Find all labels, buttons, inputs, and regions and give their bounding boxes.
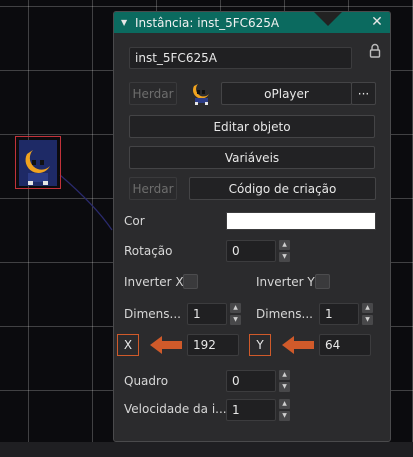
inherit-code-label: Herdar	[132, 181, 174, 196]
increment-icon[interactable]: ▲	[362, 303, 373, 313]
flip-y-label: Inverter Y	[256, 275, 315, 289]
decrement-icon[interactable]: ▼	[230, 315, 241, 325]
scale-y-field[interactable]: 1	[319, 303, 359, 325]
scale-y-stepper[interactable]: ▲ ▼	[362, 303, 373, 325]
increment-icon[interactable]: ▲	[230, 303, 241, 313]
object-more-button[interactable]: ···	[351, 82, 376, 105]
edit-object-label: Editar objeto	[213, 119, 291, 134]
y-position-value: 64	[325, 338, 341, 352]
inherit-object-label: Herdar	[132, 86, 174, 101]
instance-inspector: ▼ Instância: inst_5FC625A ✕ inst_5FC625A…	[113, 11, 391, 442]
flip-y-checkbox[interactable]	[315, 274, 330, 289]
inspector-titlebar[interactable]: ▼ Instância: inst_5FC625A ✕	[114, 12, 390, 33]
speed-label: Velocidade da i...	[124, 402, 227, 416]
rotation-label: Rotação	[124, 244, 173, 258]
inherit-code-button[interactable]: Herdar	[129, 177, 177, 200]
scale-x-stepper[interactable]: ▲ ▼	[230, 303, 241, 325]
y-axis-label: Y	[256, 338, 264, 352]
player-instance[interactable]	[15, 136, 61, 189]
decrement-icon[interactable]: ▼	[279, 382, 290, 392]
y-axis-button[interactable]: Y	[249, 334, 271, 356]
inspector-title: Instância: inst_5FC625A	[135, 15, 280, 30]
scale-x-field[interactable]: 1	[187, 303, 227, 325]
more-label: ···	[357, 86, 370, 101]
increment-icon[interactable]: ▲	[279, 370, 290, 380]
decrement-icon[interactable]: ▼	[279, 252, 290, 262]
dock-notch	[314, 12, 342, 26]
x-axis-label: X	[123, 338, 133, 352]
frame-label: Quadro	[124, 374, 169, 388]
increment-icon[interactable]: ▲	[279, 240, 290, 250]
object-select-button[interactable]: oPlayer	[221, 82, 352, 105]
instance-name-field[interactable]: inst_5FC625A	[129, 47, 352, 69]
x-position-value: 192	[193, 338, 216, 352]
color-swatch[interactable]	[226, 212, 376, 230]
speed-value: 1	[232, 403, 240, 417]
decrement-icon[interactable]: ▼	[362, 315, 373, 325]
creation-code-label: Código de criação	[228, 181, 337, 196]
lock-icon[interactable]	[369, 43, 381, 59]
variables-button[interactable]: Variáveis	[129, 146, 375, 169]
speed-stepper[interactable]: ▲ ▼	[279, 399, 290, 421]
y-position-field[interactable]: 64	[319, 334, 371, 356]
player-sprite-icon	[19, 139, 57, 186]
scale-y-value: 1	[325, 307, 333, 321]
rotation-field[interactable]: 0	[226, 240, 276, 262]
object-sprite-icon	[193, 84, 209, 105]
variables-label: Variáveis	[224, 150, 280, 165]
arrow-left-icon	[150, 336, 182, 354]
object-name: oPlayer	[264, 86, 309, 101]
edit-object-button[interactable]: Editar objeto	[129, 115, 375, 138]
rotation-value: 0	[232, 244, 240, 258]
x-axis-button[interactable]: X	[117, 334, 139, 356]
scale-y-label: Dimens...	[256, 307, 313, 321]
flip-x-checkbox[interactable]	[183, 274, 198, 289]
x-position-field[interactable]: 192	[187, 334, 239, 356]
flip-x-label: Inverter X	[124, 275, 184, 289]
rotation-stepper[interactable]: ▲ ▼	[279, 240, 290, 262]
triangle-down-icon[interactable]: ▼	[121, 18, 129, 27]
scale-x-label: Dimens...	[124, 307, 181, 321]
inherit-object-button[interactable]: Herdar	[129, 82, 177, 105]
color-label: Cor	[124, 214, 145, 228]
decrement-icon[interactable]: ▼	[279, 411, 290, 421]
close-icon[interactable]: ✕	[370, 14, 384, 30]
creation-code-button[interactable]: Código de criação	[189, 177, 376, 200]
arrow-left-icon	[282, 336, 314, 354]
frame-value: 0	[232, 374, 240, 388]
instance-name-value: inst_5FC625A	[135, 51, 217, 65]
scale-x-value: 1	[193, 307, 201, 321]
increment-icon[interactable]: ▲	[279, 399, 290, 409]
frame-field[interactable]: 0	[226, 370, 276, 392]
frame-stepper[interactable]: ▲ ▼	[279, 370, 290, 392]
status-strip	[0, 442, 413, 457]
speed-field[interactable]: 1	[226, 399, 276, 421]
